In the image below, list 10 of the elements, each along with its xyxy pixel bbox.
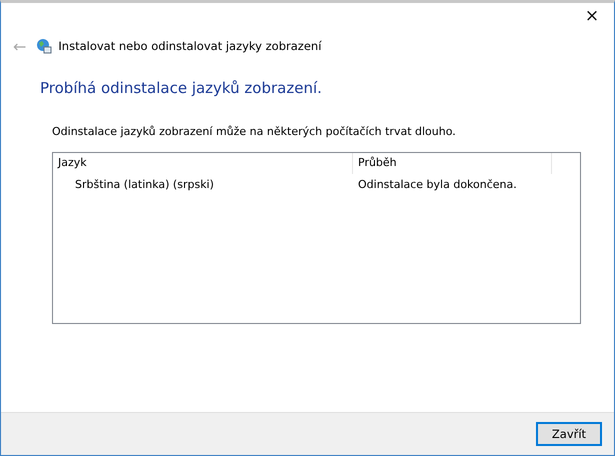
page-heading: Probíhá odinstalace jazyků zobrazení. <box>40 79 323 97</box>
table-cell-text: Srbština (latinka) (srpski) <box>74 178 215 190</box>
window-title: Instalovat nebo odinstalovat jazyky zobrazení <box>58 39 322 53</box>
globe-icon <box>36 38 52 54</box>
close-button[interactable]: × <box>570 3 614 29</box>
description-text: Odinstalace jazyků zobrazení může na některých počítačích trvat dlouho. <box>52 125 457 138</box>
table-cell-text: Odinstalace byla dokončena. <box>357 178 518 190</box>
column-header[interactable]: Jazyk <box>53 153 353 174</box>
column-header[interactable]: Průběh <box>353 153 552 174</box>
close-dialog-button[interactable]: Zavřít <box>536 422 602 446</box>
